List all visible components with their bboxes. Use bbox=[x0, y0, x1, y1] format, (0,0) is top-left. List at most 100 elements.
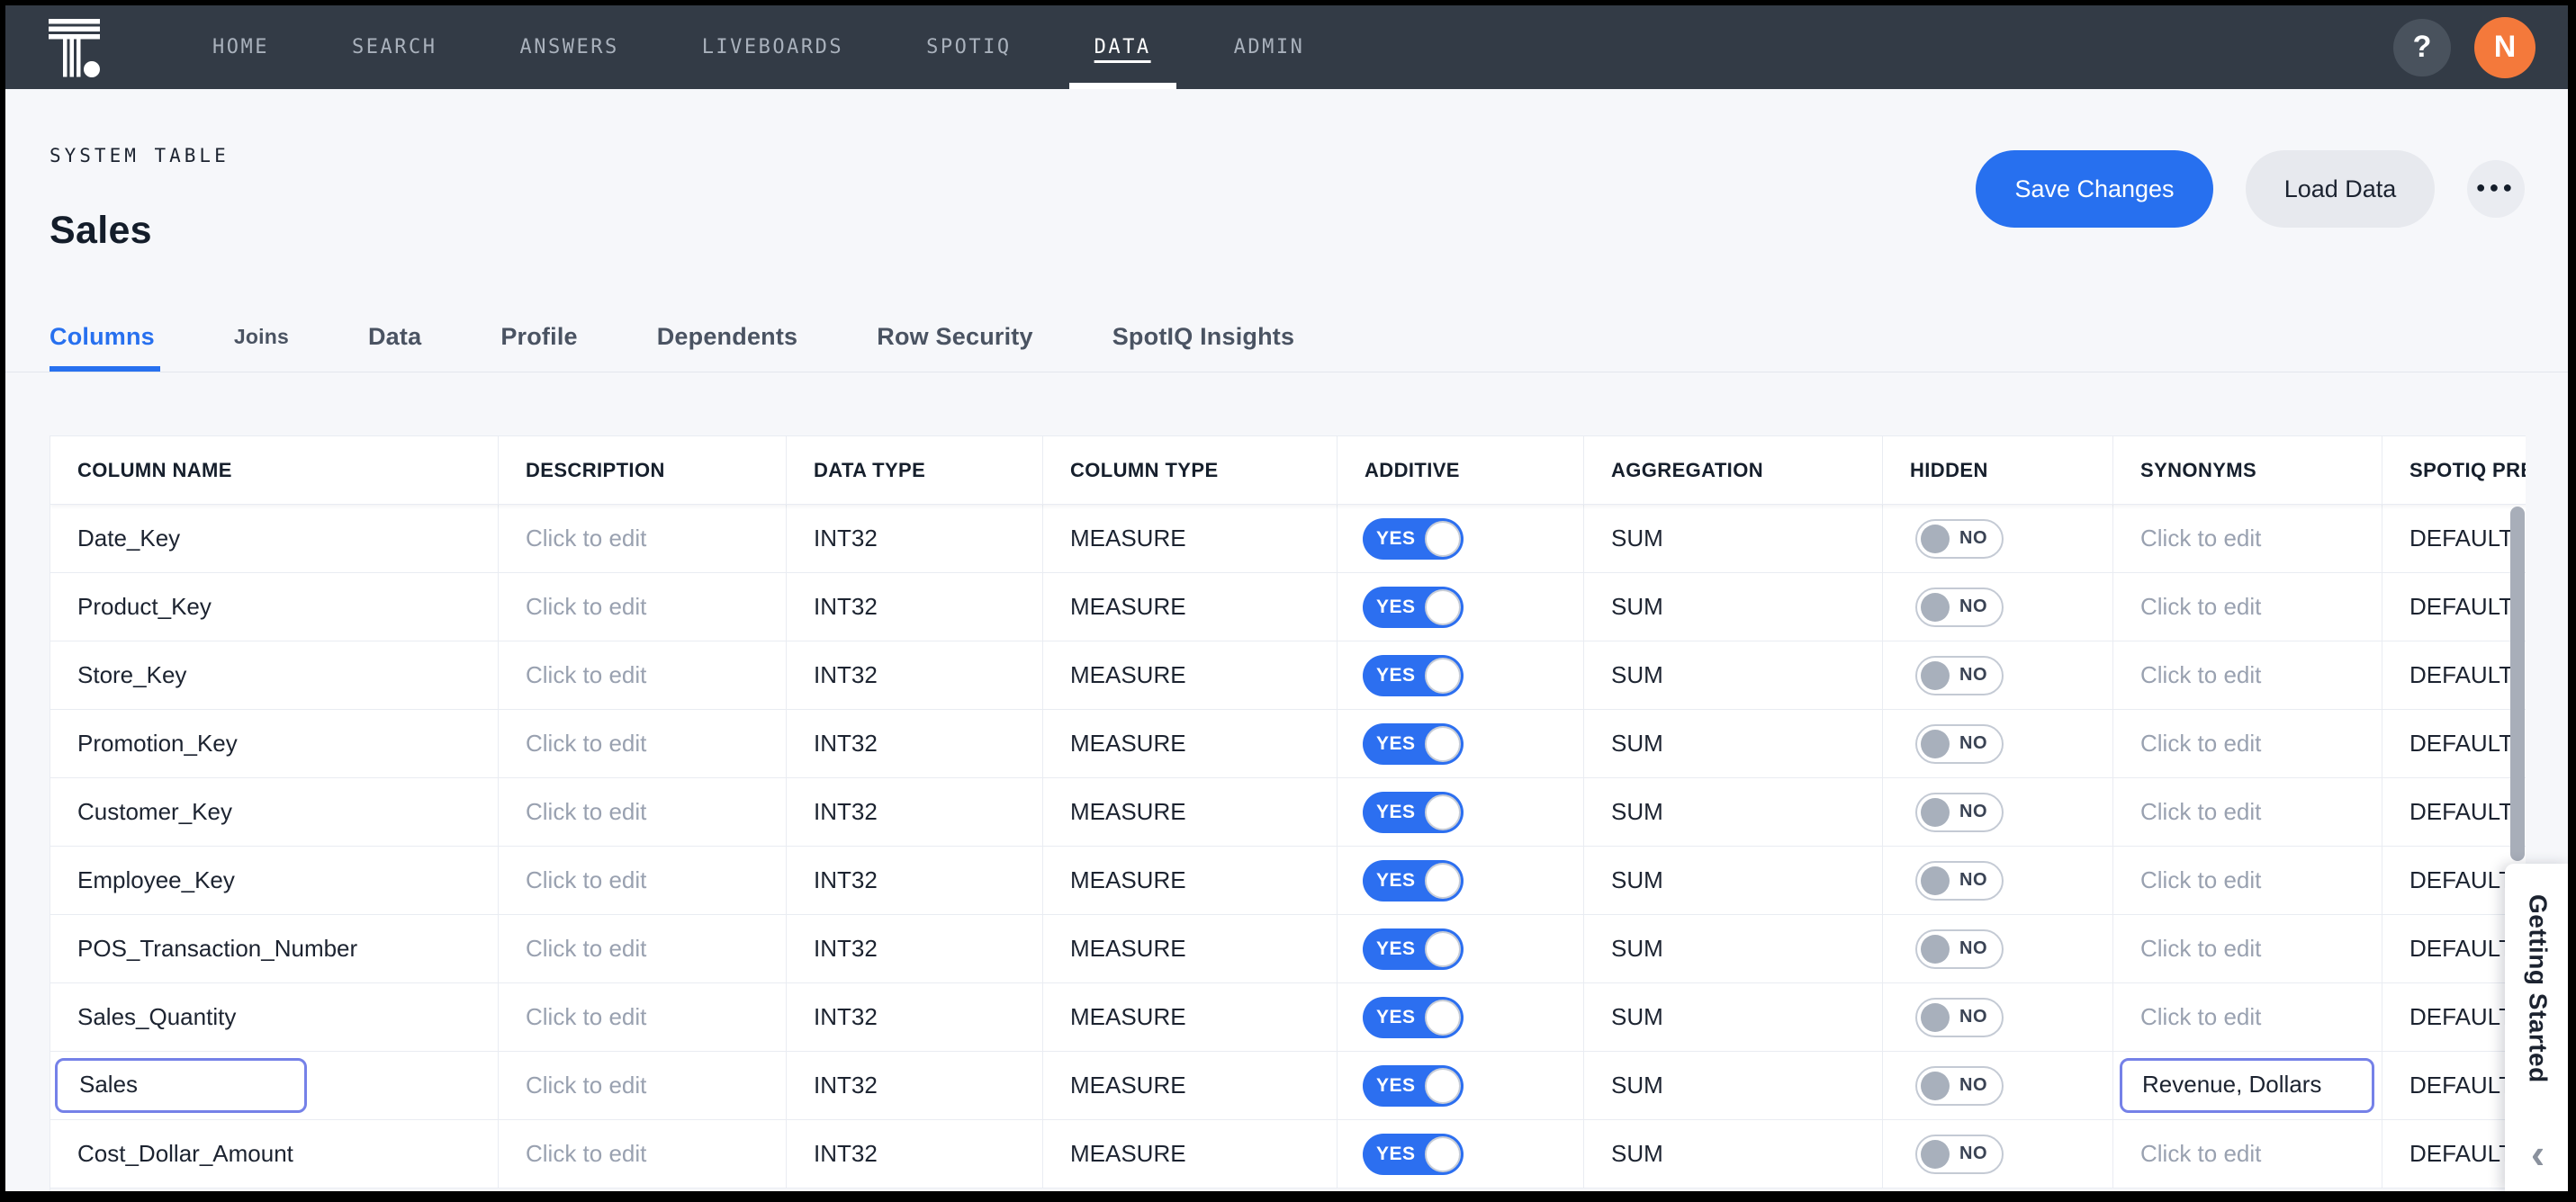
hidden-toggle[interactable]: NO bbox=[1915, 587, 2004, 627]
aggregation-cell[interactable]: SUM bbox=[1584, 505, 1883, 572]
description-cell[interactable]: Click to edit bbox=[499, 710, 787, 777]
column-type-cell[interactable]: MEASURE bbox=[1043, 915, 1338, 982]
column-name-cell[interactable]: Product_Key bbox=[50, 573, 499, 641]
synonyms-cell[interactable]: Click to edit bbox=[2113, 1120, 2382, 1188]
column-name-cell[interactable]: Store_Key bbox=[50, 641, 499, 709]
user-avatar[interactable]: N bbox=[2474, 16, 2535, 78]
aggregation-cell[interactable]: SUM bbox=[1584, 915, 1883, 982]
description-cell[interactable]: Click to edit bbox=[499, 915, 787, 982]
column-type-cell[interactable]: MEASURE bbox=[1043, 641, 1338, 709]
hidden-toggle[interactable]: NO bbox=[1915, 518, 2004, 559]
additive-toggle[interactable]: YES bbox=[1363, 722, 1464, 765]
nav-item-spotiq[interactable]: SPOTIQ bbox=[926, 5, 1011, 89]
aggregation-cell[interactable]: SUM bbox=[1584, 1052, 1883, 1119]
description-cell[interactable]: Click to edit bbox=[499, 505, 787, 572]
nav-item-answers[interactable]: ANSWERS bbox=[519, 5, 618, 89]
synonyms-cell[interactable]: Click to edit bbox=[2113, 847, 2382, 914]
column-type-cell[interactable]: MEASURE bbox=[1043, 505, 1338, 572]
description-cell[interactable]: Click to edit bbox=[499, 1052, 787, 1119]
table-row: Cost_Dollar_Amount Click to edit INT32 M… bbox=[50, 1120, 2526, 1189]
spotiq-preference-cell[interactable]: DEFAULT bbox=[2382, 505, 2526, 572]
chevron-left-icon[interactable]: ‹ bbox=[2531, 1133, 2544, 1174]
spotiq-preference-cell[interactable]: DEFAULT bbox=[2382, 710, 2526, 777]
additive-toggle[interactable]: YES bbox=[1363, 996, 1464, 1038]
description-cell[interactable]: Click to edit bbox=[499, 641, 787, 709]
column-type-cell[interactable]: MEASURE bbox=[1043, 573, 1338, 641]
description-cell[interactable]: Click to edit bbox=[499, 847, 787, 914]
tab-joins[interactable]: Joins bbox=[234, 302, 289, 372]
additive-toggle[interactable]: YES bbox=[1363, 1064, 1464, 1107]
help-button[interactable]: ? bbox=[2393, 18, 2451, 76]
thoughtspot-logo-icon[interactable] bbox=[43, 14, 106, 81]
column-name-cell[interactable]: Date_Key bbox=[50, 505, 499, 572]
additive-toggle[interactable]: YES bbox=[1363, 859, 1464, 902]
additive-toggle[interactable]: YES bbox=[1363, 517, 1464, 560]
additive-toggle[interactable]: YES bbox=[1363, 586, 1464, 628]
column-type-cell[interactable]: MEASURE bbox=[1043, 778, 1338, 846]
additive-toggle[interactable]: YES bbox=[1363, 928, 1464, 970]
additive-toggle[interactable]: YES bbox=[1363, 1133, 1464, 1175]
column-name-cell[interactable]: Cost_Dollar_Amount bbox=[50, 1120, 499, 1188]
hidden-toggle[interactable]: NO bbox=[1915, 928, 2004, 969]
spotiq-preference-cell[interactable]: DEFAULT bbox=[2382, 641, 2526, 709]
synonyms-cell[interactable]: Click to edit bbox=[2113, 505, 2382, 572]
description-cell[interactable]: Click to edit bbox=[499, 573, 787, 641]
column-type-cell[interactable]: MEASURE bbox=[1043, 847, 1338, 914]
hidden-toggle[interactable]: NO bbox=[1915, 860, 2004, 901]
nav-item-admin[interactable]: ADMIN bbox=[1234, 5, 1305, 89]
column-name-cell[interactable]: Sales bbox=[50, 1052, 499, 1119]
getting-started-panel[interactable]: Getting Started ‹ bbox=[2505, 864, 2568, 1191]
hidden-toggle[interactable]: NO bbox=[1915, 1065, 2004, 1106]
column-name-cell[interactable]: Customer_Key bbox=[50, 778, 499, 846]
aggregation-cell[interactable]: SUM bbox=[1584, 641, 1883, 709]
vertical-scrollbar[interactable] bbox=[2510, 507, 2525, 861]
tab-row-security[interactable]: Row Security bbox=[877, 302, 1032, 372]
synonyms-cell[interactable]: Click to edit bbox=[2113, 983, 2382, 1051]
more-options-button[interactable]: ●●● bbox=[2467, 160, 2525, 218]
column-name-cell[interactable]: Employee_Key bbox=[50, 847, 499, 914]
description-cell[interactable]: Click to edit bbox=[499, 778, 787, 846]
hidden-toggle[interactable]: NO bbox=[1915, 723, 2004, 764]
column-type-cell[interactable]: MEASURE bbox=[1043, 983, 1338, 1051]
additive-toggle[interactable]: YES bbox=[1363, 654, 1464, 696]
aggregation-cell[interactable]: SUM bbox=[1584, 847, 1883, 914]
description-cell[interactable]: Click to edit bbox=[499, 983, 787, 1051]
load-data-button[interactable]: Load Data bbox=[2246, 150, 2435, 228]
aggregation-cell[interactable]: SUM bbox=[1584, 778, 1883, 846]
hidden-toggle[interactable]: NO bbox=[1915, 655, 2004, 695]
description-cell[interactable]: Click to edit bbox=[499, 1120, 787, 1188]
spotiq-preference-cell[interactable]: DEFAULT bbox=[2382, 778, 2526, 846]
column-name-cell[interactable]: Sales_Quantity bbox=[50, 983, 499, 1051]
additive-cell: YES bbox=[1338, 641, 1584, 709]
aggregation-cell[interactable]: SUM bbox=[1584, 573, 1883, 641]
synonyms-cell[interactable]: Click to edit bbox=[2113, 573, 2382, 641]
hidden-toggle[interactable]: NO bbox=[1915, 1134, 2004, 1174]
aggregation-cell[interactable]: SUM bbox=[1584, 1120, 1883, 1188]
hidden-toggle[interactable]: NO bbox=[1915, 997, 2004, 1037]
tab-data[interactable]: Data bbox=[368, 302, 421, 372]
tab-profile[interactable]: Profile bbox=[500, 302, 577, 372]
spotiq-preference-cell[interactable]: DEFAULT bbox=[2382, 573, 2526, 641]
column-type-cell[interactable]: MEASURE bbox=[1043, 710, 1338, 777]
column-type-cell[interactable]: MEASURE bbox=[1043, 1052, 1338, 1119]
aggregation-cell[interactable]: SUM bbox=[1584, 710, 1883, 777]
nav-item-liveboards[interactable]: LIVEBOARDS bbox=[702, 5, 843, 89]
hidden-toggle[interactable]: NO bbox=[1915, 792, 2004, 832]
nav-item-data[interactable]: DATA bbox=[1068, 5, 1176, 89]
additive-toggle[interactable]: YES bbox=[1363, 791, 1464, 833]
synonyms-cell[interactable]: Revenue, Dollars bbox=[2113, 1052, 2382, 1119]
tab-columns[interactable]: Columns bbox=[50, 302, 160, 372]
column-name-cell[interactable]: Promotion_Key bbox=[50, 710, 499, 777]
save-changes-button[interactable]: Save Changes bbox=[1976, 150, 2213, 228]
synonyms-cell[interactable]: Click to edit bbox=[2113, 641, 2382, 709]
synonyms-cell[interactable]: Click to edit bbox=[2113, 778, 2382, 846]
synonyms-cell[interactable]: Click to edit bbox=[2113, 710, 2382, 777]
nav-item-home[interactable]: HOME bbox=[212, 5, 269, 89]
nav-item-search[interactable]: SEARCH bbox=[352, 5, 437, 89]
column-type-cell[interactable]: MEASURE bbox=[1043, 1120, 1338, 1188]
tab-spotiq-insights[interactable]: SpotIQ Insights bbox=[1112, 302, 1295, 372]
synonyms-cell[interactable]: Click to edit bbox=[2113, 915, 2382, 982]
column-name-cell[interactable]: POS_Transaction_Number bbox=[50, 915, 499, 982]
aggregation-cell[interactable]: SUM bbox=[1584, 983, 1883, 1051]
tab-dependents[interactable]: Dependents bbox=[657, 302, 798, 372]
